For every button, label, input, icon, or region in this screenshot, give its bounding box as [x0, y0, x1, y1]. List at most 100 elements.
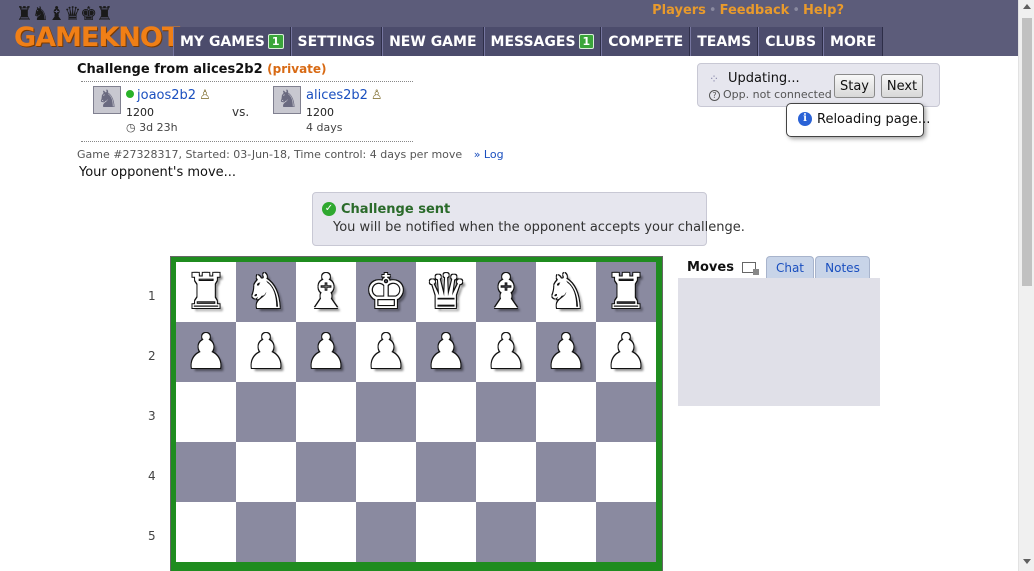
- versus-label: vs.: [232, 105, 250, 119]
- square-d4[interactable]: [356, 442, 416, 502]
- square-b3[interactable]: [236, 382, 296, 442]
- player-one-time: ◷ 3d 23h: [126, 121, 178, 134]
- square-c1[interactable]: ♝: [296, 262, 356, 322]
- square-g4[interactable]: [536, 442, 596, 502]
- nav-my-games[interactable]: MY GAMES 1: [173, 27, 291, 56]
- side-tabs: Moves Chat Notes: [678, 256, 880, 278]
- nav-compete[interactable]: COMPETE: [601, 27, 691, 56]
- chess-piece[interactable]: ♟: [596, 322, 656, 382]
- square-b1[interactable]: ♞: [236, 262, 296, 322]
- scroll-up-arrow-icon[interactable]: [1023, 4, 1031, 9]
- square-d5[interactable]: [356, 502, 416, 562]
- top-links: Players • Feedback • Help?: [652, 3, 844, 18]
- square-h1[interactable]: ♜: [596, 262, 656, 322]
- square-d3[interactable]: [356, 382, 416, 442]
- chess-piece[interactable]: ♟: [176, 322, 236, 382]
- square-b4[interactable]: [236, 442, 296, 502]
- nav-badge: 1: [267, 34, 284, 49]
- feedback-link[interactable]: Feedback: [720, 3, 790, 18]
- nav-new-game[interactable]: NEW GAME: [382, 27, 484, 56]
- square-e3[interactable]: [416, 382, 476, 442]
- chess-piece[interactable]: ♟: [236, 322, 296, 382]
- avatar[interactable]: [273, 85, 301, 114]
- nav-settings[interactable]: SETTINGS: [290, 27, 383, 56]
- tab-notes[interactable]: Notes: [815, 256, 870, 278]
- chess-board[interactable]: ♜ ♞ ♝ ♚ ♛ ♝ ♞ ♜ ♟ ♟ ♟ ♟ ♟ ♟ ♟ ♟: [170, 256, 663, 571]
- help-link[interactable]: Help?: [803, 3, 844, 18]
- square-a4[interactable]: [176, 442, 236, 502]
- square-f5[interactable]: [476, 502, 536, 562]
- square-f4[interactable]: [476, 442, 536, 502]
- notepad-icon[interactable]: [741, 261, 759, 275]
- chess-piece[interactable]: ♚: [356, 262, 416, 322]
- square-d2[interactable]: ♟: [356, 322, 416, 382]
- square-h3[interactable]: [596, 382, 656, 442]
- gameknot-logo[interactable]: ♜♞♝♛♚♜ GAMEKNOT: [14, 3, 180, 55]
- board-squares: ♜ ♞ ♝ ♚ ♛ ♝ ♞ ♜ ♟ ♟ ♟ ♟ ♟ ♟ ♟ ♟: [176, 262, 657, 571]
- chess-piece[interactable]: ♟: [296, 322, 356, 382]
- square-f1[interactable]: ♝: [476, 262, 536, 322]
- nav-messages[interactable]: MESSAGES 1: [483, 27, 602, 56]
- square-b2[interactable]: ♟: [236, 322, 296, 382]
- chess-piece[interactable]: ♜: [176, 262, 236, 322]
- square-h2[interactable]: ♟: [596, 322, 656, 382]
- chess-piece[interactable]: ♝: [476, 262, 536, 322]
- players-link[interactable]: Players: [652, 3, 706, 18]
- square-g1[interactable]: ♞: [536, 262, 596, 322]
- square-a1[interactable]: ♜: [176, 262, 236, 322]
- square-g3[interactable]: [536, 382, 596, 442]
- scroll-thumb[interactable]: [1022, 18, 1032, 286]
- chess-piece[interactable]: ♛: [416, 262, 476, 322]
- square-c4[interactable]: [296, 442, 356, 502]
- square-h4[interactable]: [596, 442, 656, 502]
- scrollbar[interactable]: [1018, 0, 1034, 571]
- square-a2[interactable]: ♟: [176, 322, 236, 382]
- nav-more[interactable]: MORE: [823, 27, 884, 56]
- square-d1[interactable]: ♚: [356, 262, 416, 322]
- square-b5[interactable]: [236, 502, 296, 562]
- square-c2[interactable]: ♟: [296, 322, 356, 382]
- chess-piece[interactable]: ♞: [536, 262, 596, 322]
- nav-clubs[interactable]: CLUBS: [758, 27, 824, 56]
- chess-piece[interactable]: ♟: [476, 322, 536, 382]
- tab-moves[interactable]: Moves: [678, 256, 765, 278]
- player-one: joaos2b2♙ 1200 ◷ 3d 23h: [93, 85, 223, 138]
- rank-label: 4: [148, 469, 156, 483]
- info-icon: i: [798, 112, 812, 126]
- chess-piece[interactable]: ♟: [416, 322, 476, 382]
- square-g2[interactable]: ♟: [536, 322, 596, 382]
- chess-piece[interactable]: ♟: [536, 322, 596, 382]
- tab-chat[interactable]: Chat: [766, 256, 814, 278]
- log-link[interactable]: » Log: [474, 148, 504, 161]
- scroll-down-arrow-icon[interactable]: [1023, 559, 1031, 564]
- chess-piece[interactable]: ♟: [356, 322, 416, 382]
- square-c3[interactable]: [296, 382, 356, 442]
- update-status-box: ⁘ Updating... ? Opp. not connected Stay N…: [697, 63, 940, 107]
- tab-label: Chat: [775, 260, 805, 275]
- avatar[interactable]: [93, 85, 121, 114]
- player-one-name[interactable]: joaos2b2 ♙: [126, 88, 211, 103]
- stay-button[interactable]: Stay: [834, 74, 875, 98]
- chess-piece[interactable]: ♜: [596, 262, 656, 322]
- player-two-name[interactable]: alices2b2 ♙: [306, 88, 383, 103]
- square-e4[interactable]: [416, 442, 476, 502]
- square-f3[interactable]: [476, 382, 536, 442]
- tab-label: Moves: [687, 259, 734, 275]
- square-a3[interactable]: [176, 382, 236, 442]
- square-f2[interactable]: ♟: [476, 322, 536, 382]
- square-c5[interactable]: [296, 502, 356, 562]
- nav-badge: 1: [578, 34, 595, 49]
- chess-piece[interactable]: ♞: [236, 262, 296, 322]
- square-e2[interactable]: ♟: [416, 322, 476, 382]
- chess-piece[interactable]: ♝: [296, 262, 356, 322]
- square-e5[interactable]: [416, 502, 476, 562]
- nav-teams[interactable]: TEAMS: [690, 27, 759, 56]
- rank-label: 5: [148, 529, 156, 543]
- opponent-status-text: Opp. not connected: [723, 88, 832, 101]
- square-e1[interactable]: ♛: [416, 262, 476, 322]
- square-a5[interactable]: [176, 502, 236, 562]
- square-h5[interactable]: [596, 502, 656, 562]
- square-g5[interactable]: [536, 502, 596, 562]
- separator: •: [708, 3, 717, 18]
- next-button[interactable]: Next: [881, 74, 923, 98]
